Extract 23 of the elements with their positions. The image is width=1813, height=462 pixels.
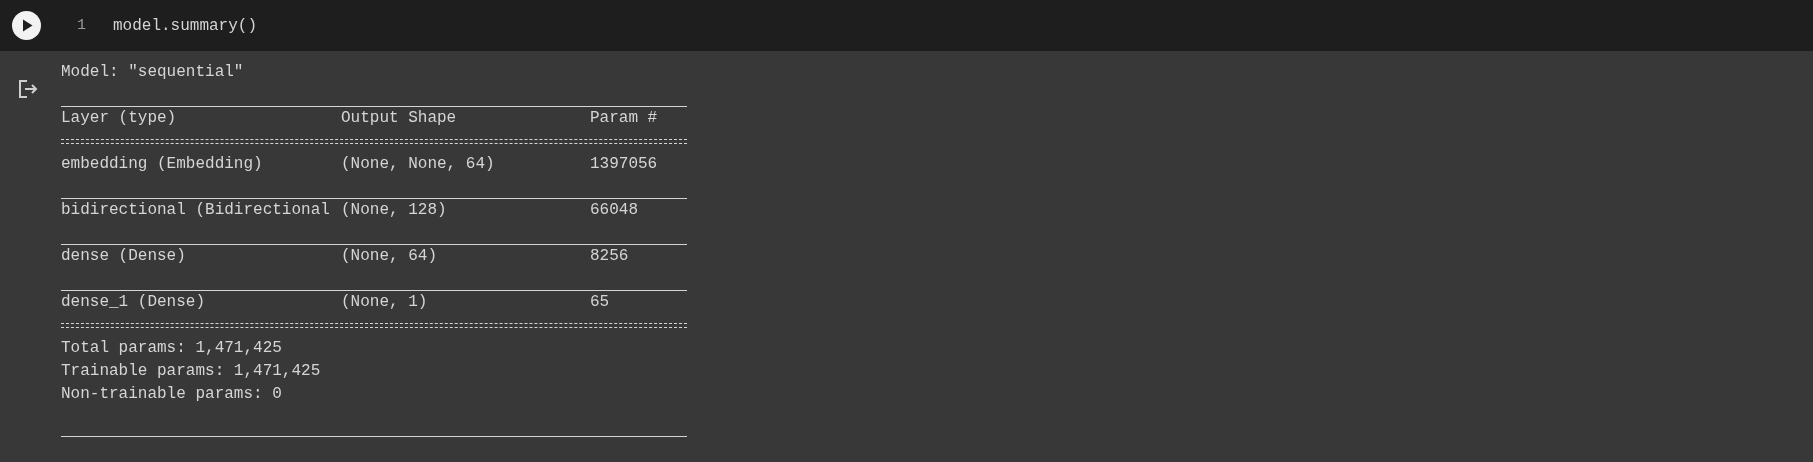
table-cell-text: (None, None, 64) <box>341 154 496 175</box>
code-line[interactable]: model.summary() <box>113 16 258 35</box>
table-cell-text: 1397056 <box>590 154 659 175</box>
table-cell-text: bidirectional (Bidirectional <box>61 200 331 221</box>
table-cell-text: dense (Dense) <box>61 246 187 267</box>
column-header: Output Shape <box>341 108 458 129</box>
line-number: 1 <box>77 17 87 34</box>
run-button[interactable] <box>12 11 41 40</box>
table-cell-text: (None, 64) <box>341 246 438 267</box>
model-name: Model: "sequential" <box>61 62 244 83</box>
column-header: Layer (type) <box>61 108 178 129</box>
params-summary: Non-trainable params: 0 <box>61 384 282 405</box>
output-icon[interactable] <box>18 78 38 100</box>
table-cell-text: 66048 <box>590 200 639 221</box>
table-cell-text: (None, 128) <box>341 200 448 221</box>
table-cell-text: (None, 1) <box>341 292 429 313</box>
params-summary: Trainable params: 1,471,425 <box>61 361 321 382</box>
column-header: Param # <box>590 108 659 129</box>
table-cell-text: 65 <box>590 292 611 313</box>
table-cell-text: dense_1 (Dense) <box>61 292 207 313</box>
table-cell-text: 8256 <box>590 246 630 267</box>
table-cell-text: embedding (Embedding) <box>61 154 264 175</box>
params-summary: Total params: 1,471,425 <box>61 338 282 359</box>
